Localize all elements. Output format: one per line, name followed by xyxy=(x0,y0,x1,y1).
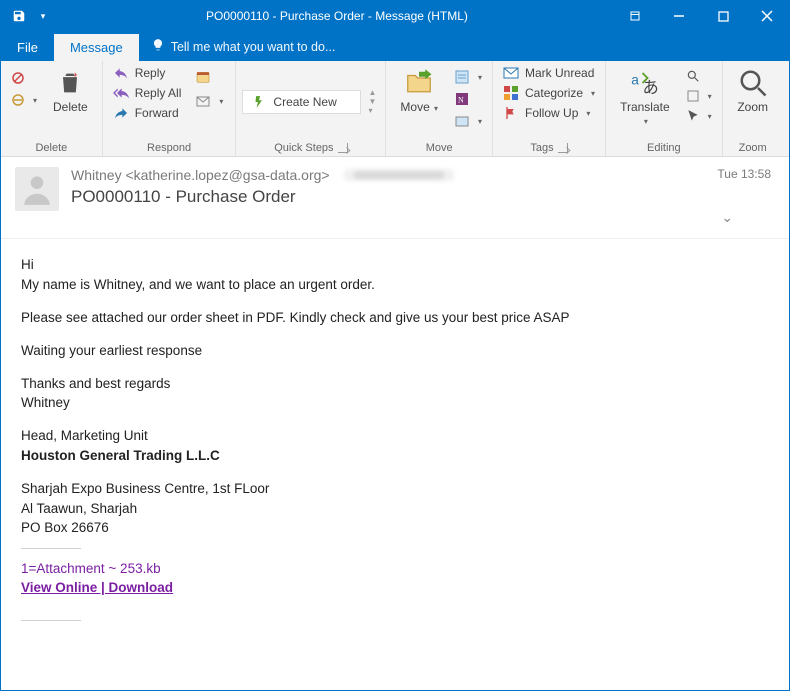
move-folder-icon xyxy=(403,67,435,99)
expand-header-icon[interactable]: ⌄ xyxy=(717,205,737,230)
received-date: Tue 13:58 xyxy=(717,167,771,181)
group-label-delete: Delete xyxy=(7,140,96,156)
envelope-icon xyxy=(503,65,519,81)
group-label-zoom: Zoom xyxy=(729,140,777,156)
translate-button[interactable]: aあ Translate▾ xyxy=(612,63,678,131)
meeting-button[interactable] xyxy=(191,67,227,87)
from-line: Whitney <katherine.lopez@gsa-data.org> xyxy=(71,167,330,183)
onenote-button[interactable]: N xyxy=(450,89,486,109)
popup-icon[interactable] xyxy=(613,1,657,31)
group-delete: ▾ Delete Delete xyxy=(1,61,103,156)
sender-avatar xyxy=(15,167,59,211)
body-line: Al Taawun, Sharjah xyxy=(21,499,769,519)
body-line: Thanks and best regards xyxy=(21,374,769,394)
categorize-icon xyxy=(503,85,519,101)
reply-all-icon xyxy=(113,85,129,101)
delete-icon xyxy=(54,67,86,99)
body-line: Head, Marketing Unit xyxy=(21,426,769,446)
forward-button[interactable]: Forward xyxy=(109,103,186,123)
svg-text:a: a xyxy=(631,72,639,87)
body-line: Whitney xyxy=(21,393,769,413)
zoom-icon xyxy=(737,67,769,99)
quickstep-more[interactable]: ▾ xyxy=(365,106,379,115)
qat-dropdown-icon[interactable]: ▾ xyxy=(35,8,51,24)
quickstep-up[interactable]: ▲ xyxy=(365,88,379,97)
group-editing: aあ Translate▾ ▾ ▾ Editing xyxy=(606,61,723,156)
body-line: PO Box 26676 xyxy=(21,518,769,538)
outlook-message-window: ▾ PO0000110 - Purchase Order - Message (… xyxy=(0,0,790,691)
more-respond-button[interactable]: ▾ xyxy=(191,91,227,111)
group-respond: Reply Reply All Forward ▾ Respond xyxy=(103,61,237,156)
save-icon[interactable] xyxy=(11,8,27,24)
window-controls xyxy=(613,1,789,31)
attachment-info: 1=Attachment ~ 253.kb xyxy=(21,559,769,579)
view-download-link[interactable]: View Online | Download xyxy=(21,580,173,595)
reply-button[interactable]: Reply xyxy=(109,63,186,83)
actions-button[interactable]: ▾ xyxy=(450,111,486,131)
forward-icon xyxy=(113,105,129,121)
window-title: PO0000110 - Purchase Order - Message (HT… xyxy=(61,9,613,23)
close-icon[interactable] xyxy=(745,1,789,31)
delete-button[interactable]: Delete xyxy=(45,63,96,118)
recipient-redacted xyxy=(344,169,454,181)
body-line: Hi xyxy=(21,255,769,275)
zoom-button[interactable]: Zoom xyxy=(729,63,777,118)
group-move: Move ▾ ▾ N ▾ Move xyxy=(386,61,493,156)
group-label-respond: Respond xyxy=(109,140,230,156)
ribbon: ▾ Delete Delete Reply Reply All Forward … xyxy=(1,61,789,157)
translate-icon: aあ xyxy=(629,67,661,99)
titlebar: ▾ PO0000110 - Purchase Order - Message (… xyxy=(1,1,789,31)
svg-text:N: N xyxy=(458,95,464,104)
group-quick-steps: Create New ▲ ▼ ▾ Quick Steps xyxy=(236,61,386,156)
reply-all-button[interactable]: Reply All xyxy=(109,83,186,103)
minimize-icon[interactable] xyxy=(657,1,701,31)
rules-button[interactable]: ▾ xyxy=(450,67,486,87)
body-line: Houston General Trading L.L.C xyxy=(21,446,769,466)
group-label-move: Move xyxy=(392,140,486,156)
subject-line: PO0000110 - Purchase Order xyxy=(71,187,705,207)
ribbon-tabs: File Message Tell me what you want to do… xyxy=(1,31,789,61)
message-header: Whitney <katherine.lopez@gsa-data.org> P… xyxy=(1,157,789,239)
flag-icon xyxy=(503,105,519,121)
quickstep-down[interactable]: ▼ xyxy=(365,97,379,106)
ignore-button[interactable] xyxy=(7,69,41,87)
follow-up-button[interactable]: Follow Up▾ xyxy=(499,103,599,123)
tell-me-placeholder: Tell me what you want to do... xyxy=(171,40,336,54)
junk-button[interactable]: ▾ xyxy=(7,91,41,109)
reply-icon xyxy=(113,65,129,81)
move-button[interactable]: Move ▾ xyxy=(392,63,446,118)
body-line: My name is Whitney, and we want to place… xyxy=(21,275,769,295)
body-line: Sharjah Expo Business Centre, 1st FLoor xyxy=(21,479,769,499)
tell-me-search[interactable]: Tell me what you want to do... xyxy=(139,32,348,61)
tab-message[interactable]: Message xyxy=(54,34,139,61)
quick-step-create-new[interactable]: Create New xyxy=(242,90,361,114)
group-label-quick-steps: Quick Steps xyxy=(242,140,379,156)
categorize-button[interactable]: Categorize▾ xyxy=(499,83,599,103)
lightning-icon xyxy=(251,94,267,110)
mark-unread-button[interactable]: Mark Unread xyxy=(499,63,599,83)
group-label-editing: Editing xyxy=(612,140,716,156)
lightbulb-icon xyxy=(151,38,165,55)
group-label-tags: Tags xyxy=(499,140,599,156)
quick-steps-launcher[interactable] xyxy=(338,143,348,153)
related-button[interactable]: ▾ xyxy=(682,87,716,105)
header-text: Whitney <katherine.lopez@gsa-data.org> P… xyxy=(71,167,705,230)
message-body: Hi My name is Whitney, and we want to pl… xyxy=(1,239,789,690)
select-button[interactable]: ▾ xyxy=(682,107,716,125)
separator xyxy=(21,548,81,549)
body-line: Waiting your earliest response xyxy=(21,341,769,361)
tab-file[interactable]: File xyxy=(1,34,54,61)
group-tags: Mark Unread Categorize▾ Follow Up▾ Tags xyxy=(493,61,606,156)
maximize-icon[interactable] xyxy=(701,1,745,31)
tags-launcher[interactable] xyxy=(558,143,568,153)
body-line: Please see attached our order sheet in P… xyxy=(21,308,769,328)
quick-access-toolbar: ▾ xyxy=(1,8,61,24)
find-button[interactable] xyxy=(682,67,716,85)
group-zoom: Zoom Zoom xyxy=(723,61,783,156)
separator xyxy=(21,620,81,621)
